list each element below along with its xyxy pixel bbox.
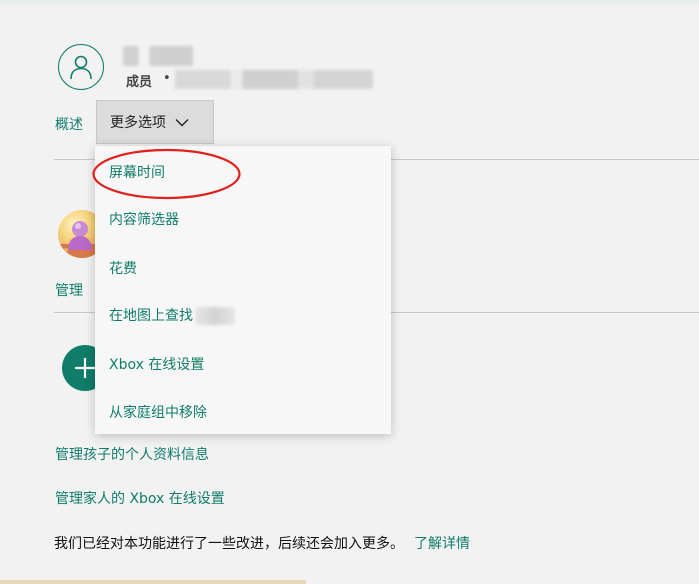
notice-text: 我们已经对本功能进行了一些改进，后续还会加入更多。 bbox=[54, 536, 404, 552]
chevron-down-icon bbox=[175, 118, 189, 127]
redacted-child-name bbox=[195, 307, 235, 325]
manage-child-link-partial[interactable]: 管理 bbox=[55, 280, 83, 300]
menu-item-find-on-map[interactable]: 在地图上查找 bbox=[109, 305, 235, 325]
menu-item-spending[interactable]: 花费 bbox=[109, 258, 137, 278]
bottom-accent-bar bbox=[0, 580, 306, 584]
person-icon bbox=[70, 55, 92, 80]
more-options-label: 更多选项 bbox=[110, 115, 166, 131]
learn-more-link[interactable]: 了解详情 bbox=[414, 536, 470, 552]
tab-overview[interactable]: 概述 bbox=[55, 114, 83, 134]
menu-item-xbox-settings[interactable]: Xbox 在线设置 bbox=[109, 354, 204, 374]
family-member-page: 成员 • 概述 更多选项 管理 管理孩子的个人资料信息 管理家人的 Xbox 在… bbox=[0, 0, 699, 584]
more-options-button[interactable]: 更多选项 bbox=[96, 100, 214, 144]
improvement-notice: 我们已经对本功能进行了一些改进，后续还会加入更多。 了解详情 bbox=[54, 533, 470, 553]
redacted-email bbox=[175, 70, 373, 89]
member-avatar[interactable] bbox=[58, 44, 104, 90]
manage-family-xbox-link[interactable]: 管理家人的 Xbox 在线设置 bbox=[55, 488, 225, 508]
manage-child-profile-link[interactable]: 管理孩子的个人资料信息 bbox=[55, 444, 209, 464]
separator-dot: • bbox=[163, 71, 171, 86]
plus-icon bbox=[75, 358, 95, 378]
find-on-map-label: 在地图上查找 bbox=[109, 308, 193, 324]
redacted-name bbox=[123, 46, 193, 66]
menu-item-content-filters[interactable]: 内容筛选器 bbox=[109, 209, 179, 229]
more-options-menu: 屏幕时间 内容筛选器 花费 在地图上查找 Xbox 在线设置 从家庭组中移除 bbox=[95, 146, 391, 434]
menu-item-screen-time[interactable]: 屏幕时间 bbox=[109, 162, 165, 182]
menu-item-remove-from-family[interactable]: 从家庭组中移除 bbox=[109, 402, 207, 422]
member-role: 成员 bbox=[126, 75, 153, 90]
top-rule bbox=[0, 0, 699, 6]
